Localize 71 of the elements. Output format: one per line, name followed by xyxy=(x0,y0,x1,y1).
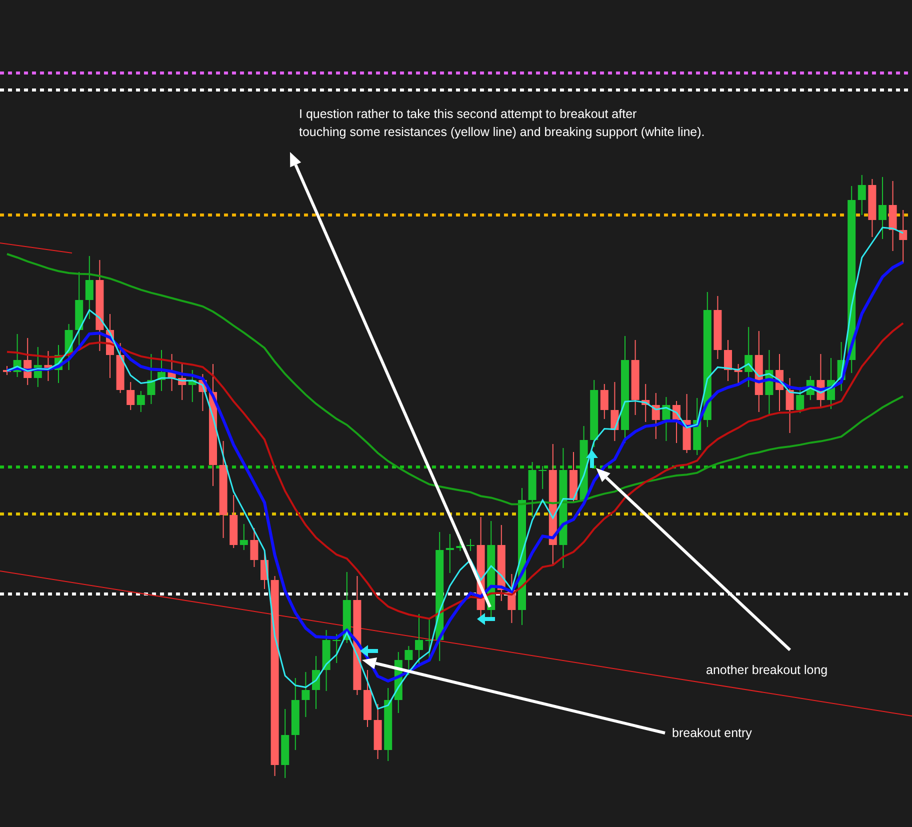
candlestick xyxy=(682,394,691,454)
candlestick xyxy=(765,350,774,414)
candlestick xyxy=(446,534,454,574)
candlestick xyxy=(240,524,248,550)
candlestick xyxy=(806,376,814,400)
candlestick xyxy=(899,210,908,264)
candlestick xyxy=(570,452,578,504)
candlestick xyxy=(24,338,32,386)
candlestick xyxy=(744,326,753,388)
candlestick xyxy=(34,346,42,388)
candlestick xyxy=(724,340,732,382)
candlestick xyxy=(147,354,156,404)
candlestick xyxy=(322,630,330,692)
candlestick xyxy=(64,324,73,370)
candlestick xyxy=(302,672,310,718)
candlestick xyxy=(364,670,372,728)
candlestick xyxy=(600,384,608,420)
candlestick xyxy=(642,384,650,422)
candlestick xyxy=(714,296,722,360)
signal-arrow-icon xyxy=(586,450,598,468)
candlestick xyxy=(198,374,207,412)
candlestick xyxy=(168,354,176,392)
candlestick xyxy=(260,552,268,590)
annotation-text: another breakout long xyxy=(706,663,828,677)
candlestick xyxy=(776,354,784,412)
annotation-text: touching some resistances (yellow line) and breaking support (white line). xyxy=(299,125,705,139)
signal-arrow-icon xyxy=(477,613,495,625)
candlestick xyxy=(538,466,547,490)
candlestick xyxy=(693,398,702,456)
candlestick xyxy=(786,378,794,434)
candlestick xyxy=(312,656,320,710)
candlestick xyxy=(54,344,62,384)
candlestick xyxy=(425,618,434,660)
candlestick xyxy=(837,342,846,392)
candlestick xyxy=(888,180,897,252)
candlestick xyxy=(415,614,423,668)
candlestick xyxy=(250,528,258,568)
candlestick xyxy=(281,708,290,778)
candlestick xyxy=(178,364,186,400)
candlestick xyxy=(466,538,474,552)
candlestick xyxy=(734,364,742,386)
candlestick xyxy=(3,366,11,376)
candlestick xyxy=(85,256,94,320)
annotation-text: breakout entry xyxy=(672,726,752,740)
candlestick xyxy=(332,634,341,664)
candlestick xyxy=(374,704,382,760)
candlestick xyxy=(816,354,825,408)
candlestick xyxy=(610,382,619,442)
candlestick xyxy=(508,574,516,624)
candlestick xyxy=(394,652,402,714)
candlestick xyxy=(158,350,166,392)
candlestick xyxy=(13,334,22,378)
candlestick xyxy=(188,370,196,402)
candlestick xyxy=(878,176,886,240)
candlestick xyxy=(126,382,135,410)
candlestick xyxy=(404,646,413,676)
candlestick xyxy=(116,342,124,394)
candlestick xyxy=(528,462,536,518)
candlestick xyxy=(672,400,680,444)
candlestick xyxy=(44,350,52,382)
candlestick xyxy=(106,314,114,378)
signal-arrow-icon xyxy=(360,645,378,657)
candlestick xyxy=(652,392,660,440)
candlestick xyxy=(136,390,145,412)
candlestick xyxy=(868,178,876,238)
candlestick xyxy=(827,358,835,410)
candlestick xyxy=(858,174,866,216)
candlestick xyxy=(342,572,351,644)
candlestick xyxy=(590,380,598,448)
candlestick xyxy=(230,494,238,548)
candlestick xyxy=(662,396,670,442)
